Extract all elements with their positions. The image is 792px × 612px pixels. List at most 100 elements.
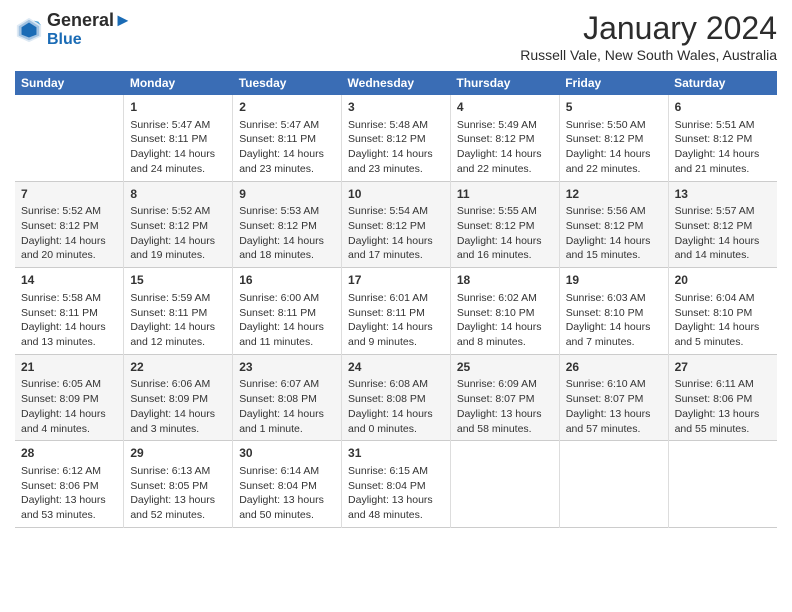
day-info: Sunrise: 6:06 AMSunset: 8:09 PMDaylight:… [130, 377, 226, 436]
day-info: Sunrise: 6:10 AMSunset: 8:07 PMDaylight:… [566, 377, 662, 436]
day-info: Sunrise: 6:11 AMSunset: 8:06 PMDaylight:… [675, 377, 771, 436]
calendar-cell: 17 Sunrise: 6:01 AMSunset: 8:11 PMDayligh… [342, 268, 451, 355]
logo: General► Blue [15, 10, 132, 49]
day-number: 12 [566, 186, 662, 203]
day-info: Sunrise: 6:01 AMSunset: 8:11 PMDaylight:… [348, 291, 444, 350]
calendar-cell: 16 Sunrise: 6:00 AMSunset: 8:11 PMDayligh… [233, 268, 342, 355]
calendar-cell: 19Sunrise: 6:03 AMSunset: 8:10 PMDayligh… [559, 268, 668, 355]
day-number: 29 [130, 445, 226, 462]
day-info: Sunrise: 5:55 AMSunset: 8:12 PMDaylight:… [457, 204, 553, 263]
calendar-week-row: 1 Sunrise: 5:47 AMSunset: 8:11 PMDaylight… [15, 95, 777, 181]
calendar-cell: 30 Sunrise: 6:14 AMSunset: 8:04 PMDayligh… [233, 441, 342, 528]
month-year-title: January 2024 [520, 10, 777, 47]
day-number: 13 [675, 186, 771, 203]
calendar-cell: 25Sunrise: 6:09 AMSunset: 8:07 PMDayligh… [450, 354, 559, 441]
calendar-cell: 10Sunrise: 5:54 AMSunset: 8:12 PMDayligh… [342, 181, 451, 268]
day-number: 27 [675, 359, 771, 376]
calendar-cell: 24Sunrise: 6:08 AMSunset: 8:08 PMDayligh… [342, 354, 451, 441]
calendar-cell: 15Sunrise: 5:59 AMSunset: 8:11 PMDayligh… [124, 268, 233, 355]
day-number: 26 [566, 359, 662, 376]
day-number: 7 [21, 186, 117, 203]
calendar-cell: 9Sunrise: 5:53 AMSunset: 8:12 PMDaylight… [233, 181, 342, 268]
day-info: Sunrise: 5:49 AMSunset: 8:12 PMDaylight:… [457, 118, 553, 177]
location-subtitle: Russell Vale, New South Wales, Australia [520, 47, 777, 63]
calendar-cell: 13Sunrise: 5:57 AMSunset: 8:12 PMDayligh… [668, 181, 777, 268]
calendar-cell: 1 Sunrise: 5:47 AMSunset: 8:11 PMDaylight… [124, 95, 233, 181]
day-number: 4 [457, 99, 553, 116]
calendar-cell: 5Sunrise: 5:50 AMSunset: 8:12 PMDaylight… [559, 95, 668, 181]
calendar-cell: 21Sunrise: 6:05 AMSunset: 8:09 PMDayligh… [15, 354, 124, 441]
day-number: 30 [239, 445, 335, 462]
day-info: Sunrise: 5:54 AMSunset: 8:12 PMDaylight:… [348, 204, 444, 263]
weekday-header-monday: Monday [124, 71, 233, 95]
day-info: Sunrise: 6:14 AMSunset: 8:04 PMDaylight:… [239, 464, 335, 523]
day-info: Sunrise: 5:53 AMSunset: 8:12 PMDaylight:… [239, 204, 335, 263]
calendar-week-row: 28 Sunrise: 6:12 AMSunset: 8:06 PMDayligh… [15, 441, 777, 528]
calendar-cell: 3 Sunrise: 5:48 AMSunset: 8:12 PMDaylight… [342, 95, 451, 181]
calendar-cell: 18 Sunrise: 6:02 AMSunset: 8:10 PMDayligh… [450, 268, 559, 355]
day-info: Sunrise: 5:58 AMSunset: 8:11 PMDaylight:… [21, 291, 117, 350]
day-info: Sunrise: 6:00 AMSunset: 8:11 PMDaylight:… [239, 291, 335, 350]
day-number: 31 [348, 445, 444, 462]
calendar-cell [668, 441, 777, 528]
day-number: 20 [675, 272, 771, 289]
day-number: 25 [457, 359, 553, 376]
calendar-cell: 14 Sunrise: 5:58 AMSunset: 8:11 PMDayligh… [15, 268, 124, 355]
day-info: Sunrise: 6:08 AMSunset: 8:08 PMDaylight:… [348, 377, 444, 436]
calendar-cell: 4 Sunrise: 5:49 AMSunset: 8:12 PMDaylight… [450, 95, 559, 181]
day-number: 2 [239, 99, 335, 116]
day-info: Sunrise: 6:02 AMSunset: 8:10 PMDaylight:… [457, 291, 553, 350]
weekday-header-sunday: Sunday [15, 71, 124, 95]
day-number: 6 [675, 99, 771, 116]
day-info: Sunrise: 5:56 AMSunset: 8:12 PMDaylight:… [566, 204, 662, 263]
day-info: Sunrise: 6:04 AMSunset: 8:10 PMDaylight:… [675, 291, 771, 350]
day-info: Sunrise: 6:05 AMSunset: 8:09 PMDaylight:… [21, 377, 117, 436]
weekday-header-friday: Friday [559, 71, 668, 95]
title-block: January 2024 Russell Vale, New South Wal… [520, 10, 777, 63]
day-number: 16 [239, 272, 335, 289]
day-number: 17 [348, 272, 444, 289]
day-number: 3 [348, 99, 444, 116]
day-number: 10 [348, 186, 444, 203]
calendar-cell: 20 Sunrise: 6:04 AMSunset: 8:10 PMDayligh… [668, 268, 777, 355]
weekday-header-row: SundayMondayTuesdayWednesdayThursdayFrid… [15, 71, 777, 95]
calendar-cell: 2Sunrise: 5:47 AMSunset: 8:11 PMDaylight… [233, 95, 342, 181]
calendar-cell: 11Sunrise: 5:55 AMSunset: 8:12 PMDayligh… [450, 181, 559, 268]
day-info: Sunrise: 5:48 AMSunset: 8:12 PMDaylight:… [348, 118, 444, 177]
logo-text: General► Blue [47, 10, 132, 49]
calendar-week-row: 7Sunrise: 5:52 AMSunset: 8:12 PMDaylight… [15, 181, 777, 268]
calendar-cell: 6 Sunrise: 5:51 AMSunset: 8:12 PMDaylight… [668, 95, 777, 181]
calendar-cell: 8Sunrise: 5:52 AMSunset: 8:12 PMDaylight… [124, 181, 233, 268]
day-number: 8 [130, 186, 226, 203]
logo-icon [15, 16, 43, 44]
day-number: 18 [457, 272, 553, 289]
day-number: 14 [21, 272, 117, 289]
day-info: Sunrise: 6:12 AMSunset: 8:06 PMDaylight:… [21, 464, 117, 523]
weekday-header-thursday: Thursday [450, 71, 559, 95]
day-number: 24 [348, 359, 444, 376]
calendar-cell: 27Sunrise: 6:11 AMSunset: 8:06 PMDayligh… [668, 354, 777, 441]
weekday-header-wednesday: Wednesday [342, 71, 451, 95]
calendar-cell [559, 441, 668, 528]
day-info: Sunrise: 6:15 AMSunset: 8:04 PMDaylight:… [348, 464, 444, 523]
day-info: Sunrise: 5:50 AMSunset: 8:12 PMDaylight:… [566, 118, 662, 177]
day-number: 28 [21, 445, 117, 462]
calendar-cell: 23Sunrise: 6:07 AMSunset: 8:08 PMDayligh… [233, 354, 342, 441]
day-info: Sunrise: 6:09 AMSunset: 8:07 PMDaylight:… [457, 377, 553, 436]
calendar-cell: 28 Sunrise: 6:12 AMSunset: 8:06 PMDayligh… [15, 441, 124, 528]
day-info: Sunrise: 6:13 AMSunset: 8:05 PMDaylight:… [130, 464, 226, 523]
calendar-cell: 12Sunrise: 5:56 AMSunset: 8:12 PMDayligh… [559, 181, 668, 268]
calendar-cell: 7Sunrise: 5:52 AMSunset: 8:12 PMDaylight… [15, 181, 124, 268]
day-number: 9 [239, 186, 335, 203]
day-number: 15 [130, 272, 226, 289]
day-info: Sunrise: 5:51 AMSunset: 8:12 PMDaylight:… [675, 118, 771, 177]
calendar-cell: 29 Sunrise: 6:13 AMSunset: 8:05 PMDayligh… [124, 441, 233, 528]
calendar-cell: 22Sunrise: 6:06 AMSunset: 8:09 PMDayligh… [124, 354, 233, 441]
page-header: General► Blue January 2024 Russell Vale,… [15, 10, 777, 63]
calendar-cell [15, 95, 124, 181]
day-number: 1 [130, 99, 226, 116]
day-number: 19 [566, 272, 662, 289]
calendar-week-row: 14 Sunrise: 5:58 AMSunset: 8:11 PMDayligh… [15, 268, 777, 355]
calendar-cell [450, 441, 559, 528]
day-info: Sunrise: 5:47 AMSunset: 8:11 PMDaylight:… [130, 118, 226, 177]
